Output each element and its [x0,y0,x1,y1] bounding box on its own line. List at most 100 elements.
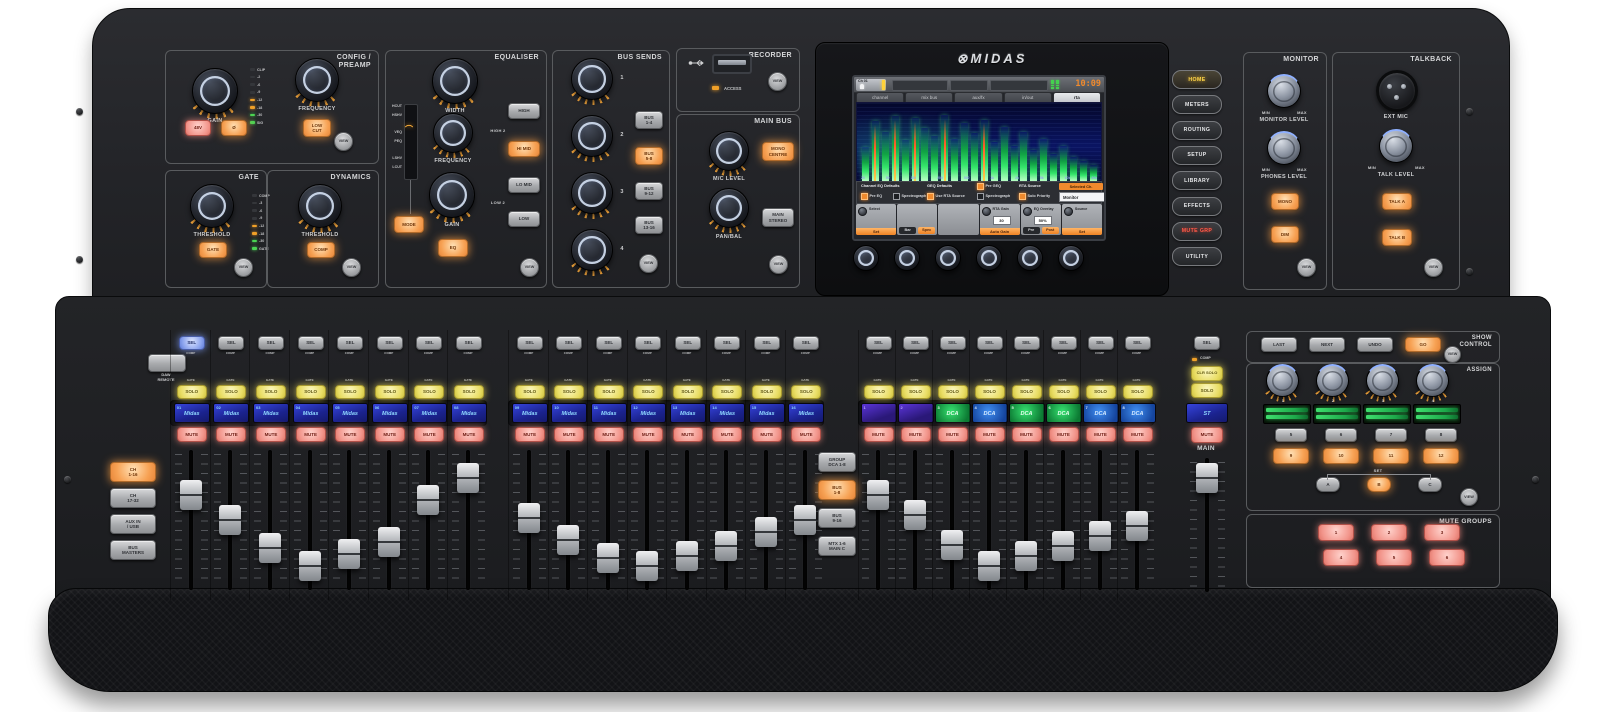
fader-track[interactable] [426,450,430,590]
sel-button[interactable]: SEL [1014,336,1040,350]
nav-home-button[interactable]: HOME [1172,70,1222,89]
checkbox[interactable] [927,193,934,200]
fader-track[interactable] [347,450,351,590]
low-cut-button[interactable]: LOW CUT [303,119,331,137]
mute-group-3-button[interactable]: 3 [1424,524,1460,541]
sel-button[interactable]: SEL [218,336,244,350]
mute-button[interactable]: MUTE [1012,427,1042,442]
fader-track[interactable] [950,450,954,590]
layer-bus-masters[interactable]: BUS MASTERS [110,540,156,560]
show-view-button[interactable]: VIEW [1444,346,1461,363]
mc-level-knob[interactable] [709,131,749,171]
fader-cap[interactable] [1015,541,1037,571]
toggle-post[interactable]: Post [1042,227,1059,234]
checkbox-use-rta-source[interactable]: Use RTA Source [927,193,965,200]
assign-button-7[interactable]: 7 [1375,428,1407,442]
sel-button[interactable]: SEL [416,336,442,350]
sel-button[interactable]: SEL [1088,336,1114,350]
solo-button[interactable]: SOLO [1049,385,1079,399]
gain-knob[interactable] [192,68,238,114]
config-view-button[interactable]: VIEW [334,132,353,151]
eq-gain-knob[interactable] [429,172,475,218]
comp-button[interactable]: COMP [307,242,335,258]
fader-cap[interactable] [794,505,816,535]
sel-button[interactable]: SEL [377,336,403,350]
sel-button[interactable]: SEL [337,336,363,350]
solo-button[interactable]: SOLO [752,385,782,399]
main-fader-cap[interactable] [1196,463,1218,493]
monitor-mono-button[interactable]: MONO [1271,193,1299,210]
sel-button[interactable]: SEL [940,336,966,350]
main-solo-button[interactable]: SOLO [1191,383,1223,398]
mute-button[interactable]: MUTE [554,427,584,442]
toggle-pre[interactable]: Pre [1023,227,1040,234]
fader-cap[interactable] [557,525,579,555]
fader-track[interactable] [876,450,880,590]
clear-solo-button[interactable]: CLR SOLO [1191,366,1223,381]
fader-cap[interactable] [715,531,737,561]
solo-button[interactable]: SOLO [975,385,1005,399]
mute-button[interactable]: MUTE [515,427,545,442]
nav-utility-button[interactable]: UTILITY [1172,247,1222,266]
solo-button[interactable]: SOLO [177,385,207,399]
fader-cap[interactable] [299,551,321,581]
encoder-cell-action[interactable]: Auto Gain [980,228,1020,236]
layer-ch-1-16[interactable]: CH 1-16 [110,462,156,482]
mute-button[interactable]: MUTE [975,427,1005,442]
layer-aux-in-usb[interactable]: AUX IN / USB [110,514,156,534]
mono-centre-button[interactable]: MONO CENTRE [762,142,794,161]
mute-button[interactable]: MUTE [375,427,405,442]
sel-button[interactable]: SEL [298,336,324,350]
solo-button[interactable]: SOLO [216,385,246,399]
fader-cap[interactable] [1089,521,1111,551]
assign-encoder-3[interactable] [1366,364,1399,397]
encoder-cell-action[interactable]: Set [856,228,896,236]
main-bus-view-button[interactable]: VIEW [769,255,788,274]
fader-track[interactable] [566,450,570,590]
nav-effects-button[interactable]: EFFECTS [1172,197,1222,216]
recorder-view-button[interactable]: VIEW [768,72,787,91]
mute-button[interactable]: MUTE [752,427,782,442]
display-encoder-5[interactable] [1017,245,1043,271]
fader-cap[interactable] [259,533,281,563]
fader-cap[interactable] [457,463,479,493]
checkbox[interactable] [977,193,984,200]
fader-cap[interactable] [755,517,777,547]
talk-b-button[interactable]: TALK B [1382,229,1412,246]
preamp-frequency-knob[interactable] [295,58,339,102]
eq-mode-button[interactable]: MODE [394,216,424,233]
solo-button[interactable]: SOLO [554,385,584,399]
tab-channel[interactable]: channel [856,92,904,102]
gate-button[interactable]: GATE [199,242,227,258]
assign-button-8[interactable]: 8 [1425,428,1457,442]
sel-button[interactable]: SEL [977,336,1003,350]
sel-button[interactable]: SEL [517,336,543,350]
mute-button[interactable]: MUTE [901,427,931,442]
solo-button[interactable]: SOLO [1012,385,1042,399]
encoder-cell-action[interactable]: Set [1062,228,1102,236]
checkbox[interactable] [861,193,868,200]
fader-track[interactable] [724,450,728,590]
toggle-bar[interactable]: Bar [899,227,916,234]
fader-track[interactable] [387,450,391,590]
checkbox-pre-eq[interactable]: Pre EQ [861,193,882,200]
mute-group-6-button[interactable]: 6 [1429,549,1465,566]
scene-next-button[interactable]: NEXT [1309,337,1345,352]
sel-button[interactable]: SEL [596,336,622,350]
solo-button[interactable]: SOLO [1086,385,1116,399]
mute-group-2-button[interactable]: 2 [1371,524,1407,541]
sel-button[interactable]: SEL [866,336,892,350]
solo-button[interactable]: SOLO [938,385,968,399]
solo-button[interactable]: SOLO [633,385,663,399]
mute-button[interactable]: MUTE [1049,427,1079,442]
checkbox-spectrograph[interactable]: Spectrograph [893,193,926,200]
bus-send-knob-3[interactable] [571,172,613,214]
checkbox-pre-geq[interactable]: Pre GEQ [977,183,1001,190]
dynamics-view-button[interactable]: VIEW [342,258,361,277]
talk-level-knob[interactable] [1379,129,1413,163]
assign-button-5[interactable]: 5 [1275,428,1307,442]
fader-cap[interactable] [338,539,360,569]
eq-frequency-knob[interactable] [433,113,473,153]
layer-ch-17-32[interactable]: CH 17-32 [110,488,156,508]
solo-button[interactable]: SOLO [901,385,931,399]
